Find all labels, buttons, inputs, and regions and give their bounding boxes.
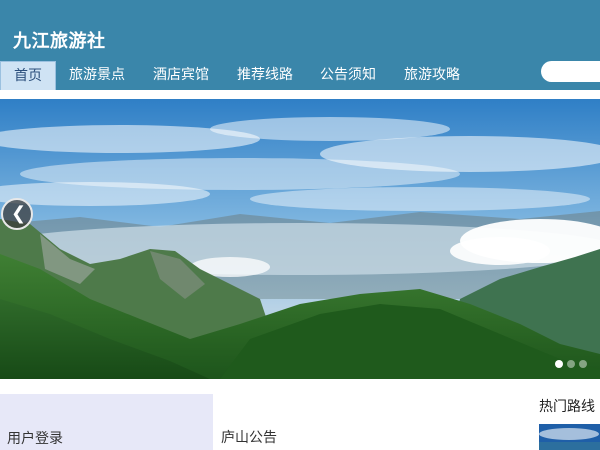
banner-landscape-image	[0, 99, 600, 379]
hot-route-thumbnail[interactable]	[539, 424, 600, 450]
notice-title: 庐山公告	[221, 430, 277, 446]
hot-routes-title: 热门路线	[539, 399, 595, 415]
main-nav: 首页 旅游景点 酒店宾馆 推荐线路 公告须知 旅游攻略	[0, 61, 600, 90]
nav-item-routes[interactable]: 推荐线路	[224, 61, 306, 90]
banner-slideshow[interactable]	[0, 99, 600, 379]
header-divider	[0, 90, 600, 96]
banner-dot-1[interactable]	[555, 360, 563, 368]
nav-item-attractions[interactable]: 旅游景点	[56, 61, 138, 90]
login-panel: 用户登录	[0, 394, 213, 450]
banner-prev-button[interactable]: ❮	[1, 198, 33, 230]
banner-dot-2[interactable]	[567, 360, 575, 368]
site-title[interactable]: 九江旅游社	[13, 27, 106, 53]
banner-dot-3[interactable]	[579, 360, 587, 368]
site-header: 九江旅游社 首页 旅游景点 酒店宾馆 推荐线路 公告须知 旅游攻略	[0, 0, 600, 90]
search-input[interactable]	[541, 61, 600, 82]
login-title: 用户登录	[7, 431, 63, 447]
nav-item-notices[interactable]: 公告须知	[307, 61, 389, 90]
hot-route-image	[539, 424, 600, 450]
chevron-left-icon: ❮	[11, 203, 27, 224]
nav-item-hotels[interactable]: 酒店宾馆	[140, 61, 222, 90]
nav-item-home[interactable]: 首页	[0, 61, 56, 90]
nav-item-guides[interactable]: 旅游攻略	[391, 61, 473, 90]
page: 九江旅游社 首页 旅游景点 酒店宾馆 推荐线路 公告须知 旅游攻略 ❮ 用户登录…	[0, 0, 600, 450]
